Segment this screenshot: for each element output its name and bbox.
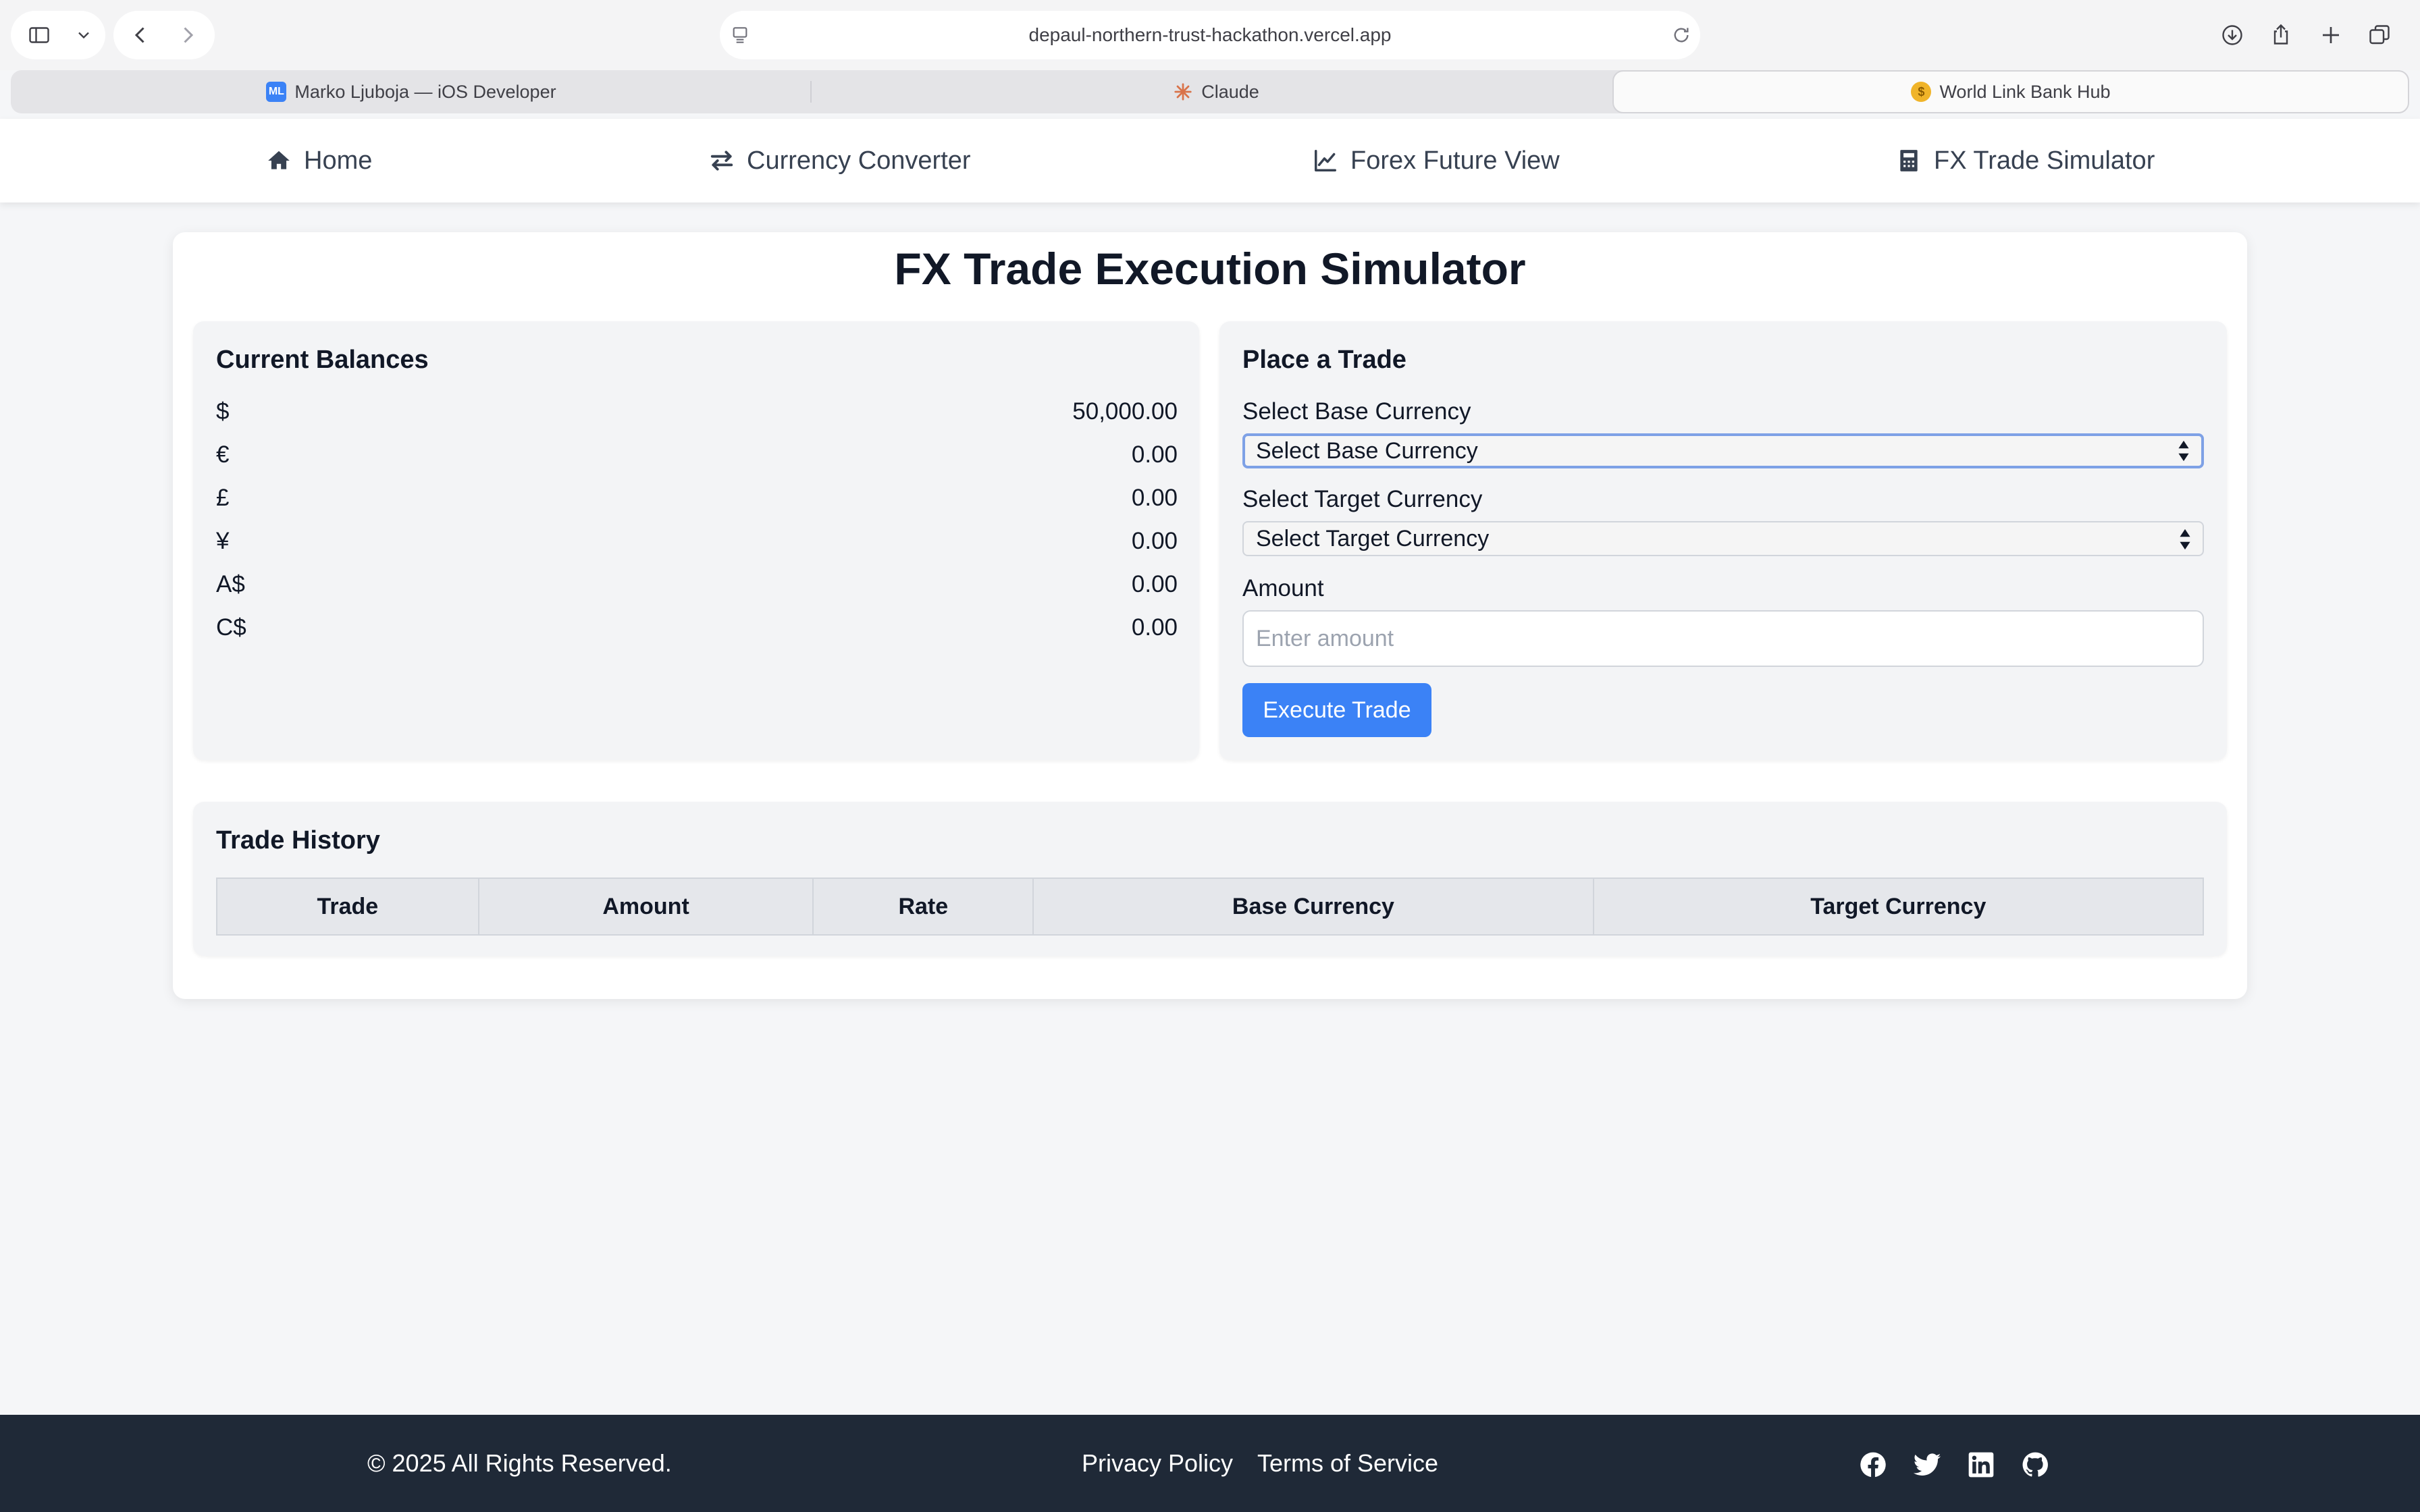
tab-world-link-bank-hub[interactable]: $ World Link Bank Hub [1612, 70, 2409, 113]
trade-title: Place a Trade [1242, 346, 1406, 374]
balance-value: 0.00 [1131, 614, 1178, 641]
currency-symbol: A$ [216, 571, 245, 597]
trade-history-table: Trade Amount Rate Base Currency Target C… [216, 878, 2205, 936]
column-header-rate[interactable]: Rate [812, 878, 1034, 936]
linkedin-icon[interactable] [1966, 1450, 1996, 1480]
new-tab-icon[interactable] [2317, 22, 2344, 49]
tab-label: Marko Ljuboja — iOS Developer [294, 81, 556, 102]
nav-home[interactable]: Home [266, 119, 372, 202]
select-arrows-icon [2177, 439, 2190, 462]
site-footer: © 2025 All Rights Reserved. Privacy Poli… [0, 1415, 2420, 1512]
balance-row: ¥ 0.00 [216, 528, 1178, 560]
share-icon[interactable] [2267, 20, 2294, 49]
page-title: FX Trade Execution Simulator [894, 244, 1526, 294]
terms-of-service-link[interactable]: Terms of Service [1257, 1415, 1438, 1512]
nav-home-label: Home [304, 146, 373, 175]
balance-row: C$ 0.00 [216, 614, 1178, 647]
execute-trade-button[interactable]: Execute Trade [1242, 683, 1431, 737]
balance-value: 0.00 [1131, 485, 1178, 511]
nav-forex-future-view-label: Forex Future View [1350, 146, 1560, 175]
claude-favicon-icon [1173, 82, 1193, 102]
amount-input[interactable]: Enter amount [1242, 610, 2204, 667]
amount-placeholder: Enter amount [1256, 626, 1394, 651]
browser-toolbar: depaul-northern-trust-hackathon.vercel.a… [0, 0, 2420, 70]
facebook-icon[interactable] [1858, 1450, 1888, 1480]
address-bar[interactable]: depaul-northern-trust-hackathon.vercel.a… [720, 11, 1700, 59]
coin-favicon-icon: $ [1911, 82, 1932, 102]
tab-bar: ML Marko Ljuboja — iOS Developer Claude … [11, 70, 2409, 113]
base-currency-selected: Select Base Currency [1256, 438, 1478, 464]
balance-row: € 0.00 [216, 441, 1178, 474]
sidebar-icon[interactable] [26, 23, 53, 47]
nav-fx-trade-simulator-label: FX Trade Simulator [1934, 146, 2155, 175]
chevron-down-icon[interactable] [74, 26, 93, 45]
nav-currency-converter[interactable]: Currency Converter [709, 119, 971, 202]
currency-symbol: C$ [216, 614, 246, 641]
column-header-trade[interactable]: Trade [216, 878, 479, 936]
balance-value: 0.00 [1131, 528, 1178, 554]
copyright-text: © 2025 All Rights Reserved. [367, 1449, 672, 1477]
app-navbar: Home Currency Converter Forex Future Vie… [0, 119, 2420, 202]
exchange-arrows-icon [709, 148, 735, 173]
column-header-amount[interactable]: Amount [477, 878, 814, 936]
github-icon[interactable] [2020, 1450, 2050, 1480]
balance-value: 0.00 [1131, 441, 1178, 468]
balances-title: Current Balances [216, 346, 429, 374]
tab-overview-icon[interactable] [2366, 22, 2393, 49]
line-chart-icon [1313, 148, 1338, 173]
column-header-target-currency[interactable]: Target Currency [1592, 878, 2205, 936]
currency-symbol: € [216, 441, 230, 468]
table-header-row: Trade Amount Rate Base Currency Target C… [216, 878, 2205, 936]
download-icon[interactable] [2219, 22, 2246, 49]
balance-row: $ 50,000.00 [216, 398, 1178, 431]
tab-label: Claude [1201, 81, 1259, 102]
balance-row: £ 0.00 [216, 485, 1178, 517]
home-icon [266, 148, 292, 173]
balance-value: 0.00 [1131, 571, 1178, 597]
nav-currency-converter-label: Currency Converter [747, 146, 971, 175]
select-arrows-icon [2178, 527, 2192, 550]
tab-claude[interactable]: Claude [812, 70, 1621, 113]
currency-symbol: £ [216, 485, 230, 511]
target-currency-selected: Select Target Currency [1256, 526, 1490, 551]
base-currency-label: Select Base Currency [1242, 398, 1471, 425]
currency-symbol: ¥ [216, 528, 230, 554]
back-arrow-icon[interactable] [128, 23, 153, 47]
currency-symbol: $ [216, 398, 230, 425]
target-currency-label: Select Target Currency [1242, 486, 1483, 512]
tab-label: World Link Bank Hub [1939, 81, 2111, 102]
sidebar-toggle-group[interactable] [11, 11, 105, 59]
ml-favicon-icon: ML [266, 82, 287, 102]
target-currency-select[interactable]: Select Target Currency [1242, 521, 2204, 556]
forward-arrow-icon[interactable] [176, 23, 200, 47]
nav-forex-future-view[interactable]: Forex Future View [1313, 119, 1560, 202]
calculator-icon [1896, 148, 1922, 173]
history-nav-group [113, 11, 215, 59]
base-currency-select[interactable]: Select Base Currency [1242, 433, 2204, 468]
privacy-policy-link[interactable]: Privacy Policy [1082, 1415, 1233, 1512]
twitter-icon[interactable] [1912, 1450, 1942, 1480]
nav-fx-trade-simulator[interactable]: FX Trade Simulator [1896, 119, 2155, 202]
reload-icon[interactable] [1671, 24, 1692, 46]
balance-row: A$ 0.00 [216, 571, 1178, 603]
url-text[interactable]: depaul-northern-trust-hackathon.vercel.a… [720, 11, 1700, 59]
amount-label: Amount [1242, 575, 1324, 601]
balance-value: 50,000.00 [1072, 398, 1178, 425]
trade-history-title: Trade History [216, 826, 380, 855]
tab-marko-ljuboja[interactable]: ML Marko Ljuboja — iOS Developer [11, 70, 812, 113]
column-header-base-currency[interactable]: Base Currency [1032, 878, 1594, 936]
